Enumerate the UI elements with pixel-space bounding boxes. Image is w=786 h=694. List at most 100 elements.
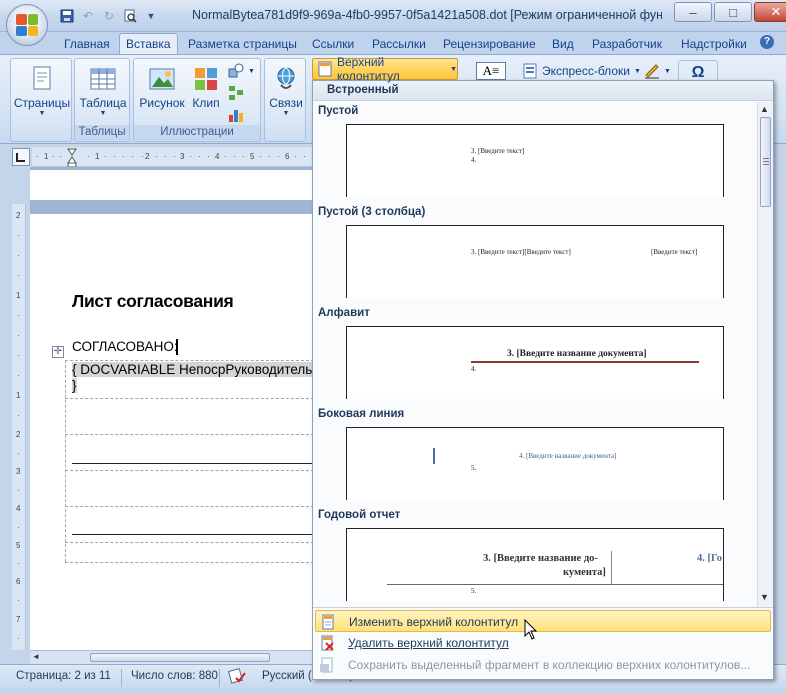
text-cursor bbox=[176, 339, 178, 355]
scroll-left-icon[interactable]: ◄ bbox=[32, 652, 40, 661]
table-row-border bbox=[65, 360, 314, 361]
horizontal-scrollbar[interactable]: ◄ bbox=[30, 650, 314, 664]
save-selection-menu-item[interactable]: Сохранить выделенный фрагмент в коллекци… bbox=[315, 654, 771, 676]
header-dropdown-icon: ▼ bbox=[450, 65, 457, 73]
close-button[interactable]: ✕ bbox=[754, 2, 786, 22]
tab-home[interactable]: Главная bbox=[64, 35, 110, 54]
tables-group-label: Таблицы bbox=[75, 125, 129, 140]
chart-button[interactable] bbox=[228, 107, 244, 123]
svg-text:·: · bbox=[104, 152, 107, 161]
scroll-down-icon[interactable]: ▼ bbox=[760, 592, 769, 602]
table-row-border bbox=[65, 506, 314, 507]
spellcheck-icon[interactable] bbox=[228, 668, 246, 687]
save-icon[interactable] bbox=[58, 7, 76, 25]
svg-text:1: 1 bbox=[16, 291, 21, 300]
edit-header-menu-item[interactable]: Изменить верхний колонтитул bbox=[315, 610, 771, 632]
signature-line bbox=[72, 463, 314, 464]
signature-line-button[interactable]: ▼ bbox=[644, 63, 671, 79]
express-blocks-button[interactable]: Экспресс-блоки ▼ bbox=[522, 63, 641, 79]
picture-button[interactable]: Рисунок bbox=[136, 65, 188, 110]
links-icon bbox=[272, 65, 300, 93]
textbox-icon: A≡ bbox=[476, 62, 506, 80]
group-tables: Таблица ▼ Таблицы bbox=[74, 58, 130, 142]
tab-mailings[interactable]: Рассылки bbox=[372, 35, 426, 54]
svg-text:·: · bbox=[17, 271, 20, 280]
horizontal-ruler[interactable]: · 1 · · · 1 · · · · · 2 · · · 3 · · · 4 · · · 5 · · · 6 · · bbox=[32, 147, 314, 168]
document-page[interactable] bbox=[30, 214, 314, 650]
thumb-line: 4. bbox=[471, 365, 477, 373]
links-button[interactable]: Связи ▼ bbox=[267, 65, 305, 117]
table-move-handle-icon[interactable]: ✛ bbox=[52, 346, 64, 358]
page-count[interactable]: Страница: 2 из 11 bbox=[16, 670, 111, 682]
shapes-icon bbox=[228, 63, 244, 79]
thumb-sideline bbox=[433, 448, 435, 464]
header-template-blank[interactable]: 3. [Введите текст] 4. bbox=[346, 124, 724, 197]
header-template-sideline[interactable]: 4. [Введите название документа] 5. bbox=[346, 427, 724, 500]
svg-text:·: · bbox=[141, 152, 144, 161]
customize-qat-icon[interactable]: ▼ bbox=[142, 7, 160, 25]
header-template-alphabet[interactable]: 3. [Введите название документа] 4. bbox=[346, 326, 724, 399]
svg-text:3: 3 bbox=[180, 152, 185, 161]
tab-insert[interactable]: Вставка bbox=[119, 33, 178, 55]
tab-view[interactable]: Вид bbox=[552, 35, 574, 54]
tab-review[interactable]: Рецензирование bbox=[443, 35, 536, 54]
agreed-label: СОГЛАСОВАНО: bbox=[72, 339, 178, 354]
picture-label: Рисунок bbox=[139, 96, 185, 110]
status-separator bbox=[219, 669, 220, 687]
tab-developer[interactable]: Разработчик bbox=[592, 35, 662, 54]
print-preview-icon[interactable] bbox=[121, 7, 139, 25]
header-template-blank-3col[interactable]: 3. [Введите текст][Введите текст] [Введи… bbox=[346, 225, 724, 298]
horizontal-scroll-thumb[interactable] bbox=[90, 653, 270, 662]
gallery-category-header: Встроенный bbox=[313, 81, 773, 101]
svg-text:·: · bbox=[131, 152, 134, 161]
tab-selector[interactable] bbox=[12, 148, 30, 166]
clip-button[interactable]: Клип bbox=[188, 65, 224, 110]
gallery-scroll-thumb[interactable] bbox=[760, 117, 771, 207]
help-icon[interactable]: ? bbox=[760, 35, 774, 49]
save-selection-icon bbox=[319, 657, 335, 673]
chart-icon bbox=[228, 107, 244, 123]
svg-text:·: · bbox=[259, 152, 262, 161]
shapes-button[interactable]: ▼ bbox=[228, 63, 255, 79]
table-button[interactable]: Таблица ▼ bbox=[77, 65, 129, 117]
gallery-section-title: Боковая линия bbox=[318, 408, 405, 420]
svg-text:·: · bbox=[59, 152, 62, 161]
signature-line-icon bbox=[644, 63, 660, 79]
tab-references[interactable]: Ссылки bbox=[312, 35, 354, 54]
pages-button[interactable]: Страницы ▼ bbox=[13, 65, 71, 117]
minimize-button[interactable]: – bbox=[674, 2, 712, 22]
window-title: NormalBytea781d9f9-969a-4fb0-9957-0f5a14… bbox=[192, 8, 662, 22]
docvariable-field[interactable]: { DOCVARIABLE НепосрРуководитель bbox=[72, 362, 313, 377]
remove-header-menu-item[interactable]: Удалить верхний колонтитул bbox=[315, 632, 771, 654]
gallery-divider bbox=[313, 607, 773, 608]
svg-text:2: 2 bbox=[16, 211, 21, 220]
tab-addins[interactable]: Надстройки bbox=[681, 35, 747, 54]
docvariable-field-end[interactable]: } bbox=[72, 378, 77, 393]
table-icon bbox=[89, 65, 117, 93]
tab-page-layout[interactable]: Разметка страницы bbox=[188, 35, 297, 54]
maximize-button[interactable]: □ bbox=[714, 2, 752, 22]
undo-icon[interactable]: ↶ bbox=[79, 7, 97, 25]
thumb-line: 5. bbox=[471, 587, 477, 595]
svg-text:·: · bbox=[17, 371, 20, 380]
svg-text:·: · bbox=[122, 152, 125, 161]
header-dropdown-button[interactable]: Верхний колонтитул ▼ bbox=[312, 55, 458, 83]
thumb-line: 3. [Введите текст] bbox=[471, 147, 525, 155]
svg-text:2: 2 bbox=[16, 430, 21, 439]
vertical-ruler[interactable]: 2 · · · 1 · · · · 1 · 2 · 3 · 4 · 5 · 6 · 7 · bbox=[12, 204, 26, 650]
scroll-up-icon[interactable]: ▲ bbox=[760, 104, 769, 114]
table-row-border bbox=[65, 470, 314, 471]
svg-text:·: · bbox=[303, 152, 306, 161]
thumb-line: 3. [Введите текст][Введите текст] bbox=[471, 248, 571, 256]
svg-text:2: 2 bbox=[145, 152, 150, 161]
svg-text:·: · bbox=[36, 152, 39, 161]
redo-icon[interactable]: ↻ bbox=[100, 7, 118, 25]
header-template-annual[interactable]: 3. [Введите название до- кумента] 4. [Го… bbox=[346, 528, 724, 601]
textbox-button[interactable]: A≡ bbox=[476, 62, 506, 80]
office-button[interactable] bbox=[6, 4, 48, 46]
smartart-button[interactable] bbox=[228, 85, 244, 101]
word-count[interactable]: Число слов: 880 bbox=[131, 670, 218, 682]
thumb-line: [Введите текст] bbox=[651, 248, 698, 256]
thumb-divider bbox=[611, 551, 612, 585]
thumb-line: 5. bbox=[471, 464, 477, 472]
